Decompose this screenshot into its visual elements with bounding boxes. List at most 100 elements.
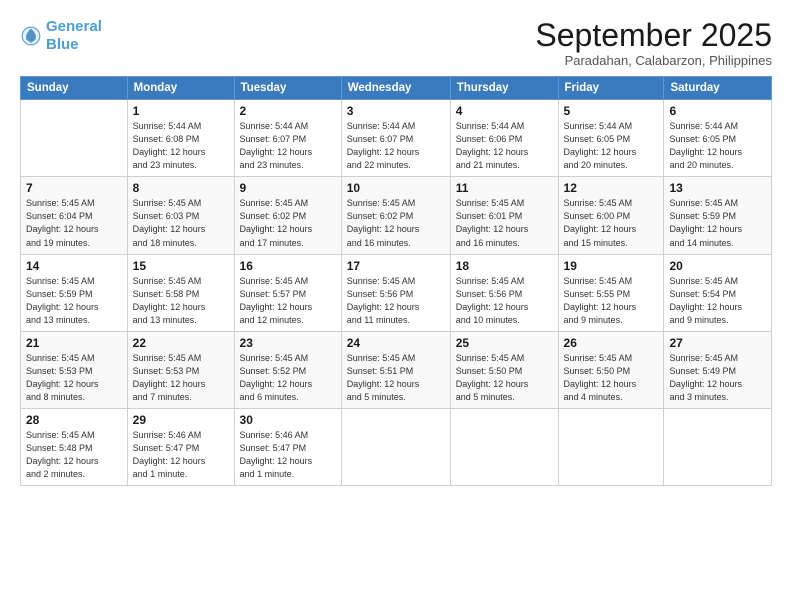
month-title: September 2025 — [535, 18, 772, 53]
table-row: 7Sunrise: 5:45 AM Sunset: 6:04 PM Daylig… — [21, 177, 128, 254]
day-info: Sunrise: 5:45 AM Sunset: 5:57 PM Dayligh… — [240, 275, 336, 327]
day-number: 20 — [669, 259, 766, 273]
calendar-week-row: 14 Sunrise: 5:45 AM Sunset: 5:59 PM Dayli… — [21, 254, 772, 331]
day-info: Sunrise: 5:45 AM Sunset: 6:03 PM Dayligh… — [133, 197, 229, 249]
header: General Blue September 2025 Paradahan, C… — [20, 18, 772, 68]
logo-icon — [20, 25, 42, 47]
day-number: 27 — [669, 336, 766, 350]
day-number: 23 — [240, 336, 336, 350]
day-info: Sunrise: 5:44 AM Sunset: 6:06 PM Dayligh… — [456, 120, 553, 172]
table-row: 17 Sunrise: 5:45 AM Sunset: 5:56 PM Dayli… — [341, 254, 450, 331]
day-info: Sunrise: 5:45 AM Sunset: 5:59 PM Dayligh… — [26, 275, 122, 327]
col-monday: Monday — [127, 77, 234, 100]
day-number: 28 — [26, 413, 122, 427]
table-row: 28Sunrise: 5:45 AM Sunset: 5:48 PM Dayli… — [21, 408, 128, 485]
day-number: 10 — [347, 181, 445, 195]
day-info: Sunrise: 5:45 AM Sunset: 5:59 PM Dayligh… — [669, 197, 766, 249]
col-sunday: Sunday — [21, 77, 128, 100]
table-row: 24Sunrise: 5:45 AM Sunset: 5:51 PM Dayli… — [341, 331, 450, 408]
day-number: 29 — [133, 413, 229, 427]
day-number: 13 — [669, 181, 766, 195]
table-row: 4 Sunrise: 5:44 AM Sunset: 6:06 PM Daylig… — [450, 100, 558, 177]
day-number: 21 — [26, 336, 122, 350]
calendar-week-row: 1 Sunrise: 5:44 AM Sunset: 6:08 PM Daylig… — [21, 100, 772, 177]
day-number: 14 — [26, 259, 122, 273]
day-number: 30 — [240, 413, 336, 427]
col-friday: Friday — [558, 77, 664, 100]
logo: General Blue — [20, 18, 102, 54]
table-row: 5 Sunrise: 5:44 AM Sunset: 6:05 PM Daylig… — [558, 100, 664, 177]
day-info: Sunrise: 5:45 AM Sunset: 5:55 PM Dayligh… — [564, 275, 659, 327]
table-row: 12 Sunrise: 5:45 AM Sunset: 6:00 PM Dayli… — [558, 177, 664, 254]
table-row: 30 Sunrise: 5:46 AM Sunset: 5:47 PM Dayli… — [234, 408, 341, 485]
day-info: Sunrise: 5:45 AM Sunset: 5:50 PM Dayligh… — [564, 352, 659, 404]
calendar-week-row: 21 Sunrise: 5:45 AM Sunset: 5:53 PM Dayli… — [21, 331, 772, 408]
day-number: 18 — [456, 259, 553, 273]
logo-text: General Blue — [46, 18, 102, 54]
table-row: 16 Sunrise: 5:45 AM Sunset: 5:57 PM Dayli… — [234, 254, 341, 331]
day-info: Sunrise: 5:45 AM Sunset: 5:58 PM Dayligh… — [133, 275, 229, 327]
day-info: Sunrise: 5:44 AM Sunset: 6:07 PM Dayligh… — [347, 120, 445, 172]
day-info: Sunrise: 5:45 AM Sunset: 5:49 PM Dayligh… — [669, 352, 766, 404]
page: General Blue September 2025 Paradahan, C… — [0, 0, 792, 612]
day-info: Sunrise: 5:45 AM Sunset: 5:51 PM Dayligh… — [347, 352, 445, 404]
day-info: Sunrise: 5:45 AM Sunset: 6:01 PM Dayligh… — [456, 197, 553, 249]
location: Paradahan, Calabarzon, Philippines — [535, 53, 772, 68]
day-info: Sunrise: 5:45 AM Sunset: 5:53 PM Dayligh… — [26, 352, 122, 404]
day-info: Sunrise: 5:45 AM Sunset: 5:56 PM Dayligh… — [456, 275, 553, 327]
day-info: Sunrise: 5:45 AM Sunset: 6:00 PM Dayligh… — [564, 197, 659, 249]
table-row: 6Sunrise: 5:44 AM Sunset: 6:05 PM Daylig… — [664, 100, 772, 177]
day-number: 26 — [564, 336, 659, 350]
day-info: Sunrise: 5:44 AM Sunset: 6:08 PM Dayligh… — [133, 120, 229, 172]
col-wednesday: Wednesday — [341, 77, 450, 100]
table-row: 15 Sunrise: 5:45 AM Sunset: 5:58 PM Dayli… — [127, 254, 234, 331]
day-info: Sunrise: 5:45 AM Sunset: 6:02 PM Dayligh… — [240, 197, 336, 249]
day-number: 3 — [347, 104, 445, 118]
day-number: 19 — [564, 259, 659, 273]
table-row: 14 Sunrise: 5:45 AM Sunset: 5:59 PM Dayli… — [21, 254, 128, 331]
day-info: Sunrise: 5:45 AM Sunset: 5:50 PM Dayligh… — [456, 352, 553, 404]
calendar-table: Sunday Monday Tuesday Wednesday Thursday… — [20, 76, 772, 486]
table-row: 8 Sunrise: 5:45 AM Sunset: 6:03 PM Daylig… — [127, 177, 234, 254]
day-number: 25 — [456, 336, 553, 350]
day-number: 12 — [564, 181, 659, 195]
day-number: 17 — [347, 259, 445, 273]
table-row: 20 Sunrise: 5:45 AM Sunset: 5:54 PM Dayli… — [664, 254, 772, 331]
table-row: 13 Sunrise: 5:45 AM Sunset: 5:59 PM Dayli… — [664, 177, 772, 254]
day-number: 6 — [669, 104, 766, 118]
table-row: 19 Sunrise: 5:45 AM Sunset: 5:55 PM Dayli… — [558, 254, 664, 331]
day-number: 9 — [240, 181, 336, 195]
day-number: 4 — [456, 104, 553, 118]
table-row: 3 Sunrise: 5:44 AM Sunset: 6:07 PM Daylig… — [341, 100, 450, 177]
table-row: 2Sunrise: 5:44 AM Sunset: 6:07 PM Daylig… — [234, 100, 341, 177]
day-number: 15 — [133, 259, 229, 273]
table-row: 10Sunrise: 5:45 AM Sunset: 6:02 PM Dayli… — [341, 177, 450, 254]
table-row: 22 Sunrise: 5:45 AM Sunset: 5:53 PM Dayli… — [127, 331, 234, 408]
table-row — [558, 408, 664, 485]
day-number: 16 — [240, 259, 336, 273]
col-saturday: Saturday — [664, 77, 772, 100]
table-row: 18 Sunrise: 5:45 AM Sunset: 5:56 PM Dayli… — [450, 254, 558, 331]
table-row: 26 Sunrise: 5:45 AM Sunset: 5:50 PM Dayli… — [558, 331, 664, 408]
day-number: 7 — [26, 181, 122, 195]
day-info: Sunrise: 5:45 AM Sunset: 5:52 PM Dayligh… — [240, 352, 336, 404]
day-number: 1 — [133, 104, 229, 118]
table-row: 25 Sunrise: 5:45 AM Sunset: 5:50 PM Dayli… — [450, 331, 558, 408]
day-info: Sunrise: 5:45 AM Sunset: 5:54 PM Dayligh… — [669, 275, 766, 327]
day-number: 8 — [133, 181, 229, 195]
day-info: Sunrise: 5:46 AM Sunset: 5:47 PM Dayligh… — [240, 429, 336, 481]
table-row: 27 Sunrise: 5:45 AM Sunset: 5:49 PM Dayli… — [664, 331, 772, 408]
day-number: 2 — [240, 104, 336, 118]
day-number: 11 — [456, 181, 553, 195]
calendar-header-row: Sunday Monday Tuesday Wednesday Thursday… — [21, 77, 772, 100]
day-info: Sunrise: 5:44 AM Sunset: 6:05 PM Dayligh… — [564, 120, 659, 172]
calendar-week-row: 7Sunrise: 5:45 AM Sunset: 6:04 PM Daylig… — [21, 177, 772, 254]
day-info: Sunrise: 5:45 AM Sunset: 5:56 PM Dayligh… — [347, 275, 445, 327]
day-number: 22 — [133, 336, 229, 350]
title-block: September 2025 Paradahan, Calabarzon, Ph… — [535, 18, 772, 68]
day-number: 5 — [564, 104, 659, 118]
calendar-week-row: 28Sunrise: 5:45 AM Sunset: 5:48 PM Dayli… — [21, 408, 772, 485]
table-row — [341, 408, 450, 485]
table-row — [450, 408, 558, 485]
day-info: Sunrise: 5:45 AM Sunset: 5:53 PM Dayligh… — [133, 352, 229, 404]
